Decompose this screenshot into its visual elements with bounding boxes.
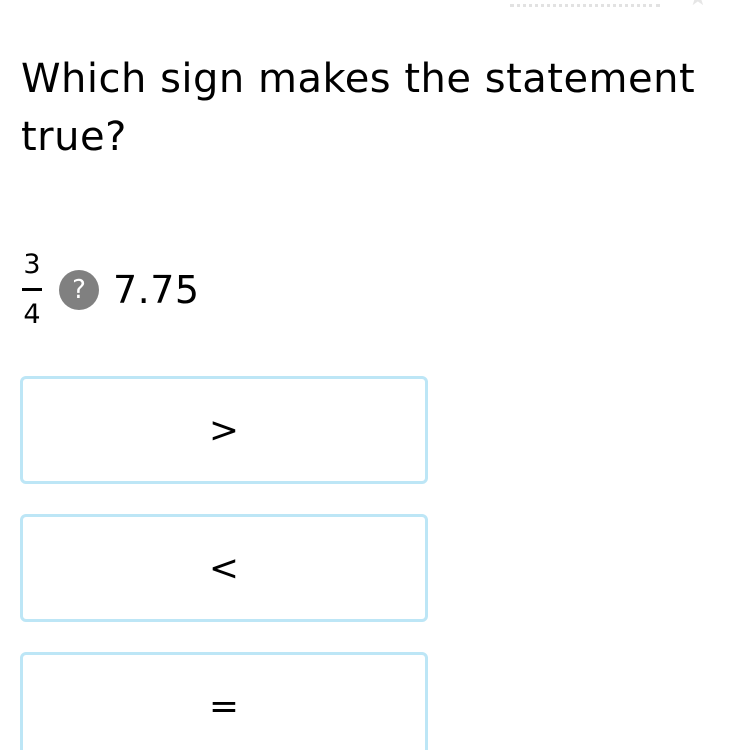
answer-choice-greater-than[interactable]: > xyxy=(20,376,428,484)
top-progress-strip: ★ xyxy=(510,0,710,10)
comparison-value: 7.75 xyxy=(113,268,200,312)
fraction-denominator: 4 xyxy=(23,299,41,330)
unknown-sign-badge: ? xyxy=(59,270,99,310)
fraction: 3 4 xyxy=(21,250,43,330)
comparison-expression: 3 4 ? 7.75 xyxy=(21,240,200,340)
answer-choice-equals[interactable]: = xyxy=(20,652,428,750)
fraction-numerator: 3 xyxy=(23,249,41,280)
question-text: Which sign makes the statement true? xyxy=(21,56,696,160)
answer-choice-less-than[interactable]: < xyxy=(20,514,428,622)
star-icon[interactable]: ★ xyxy=(688,0,710,10)
fraction-bar xyxy=(22,288,42,291)
progress-dots xyxy=(510,0,660,7)
